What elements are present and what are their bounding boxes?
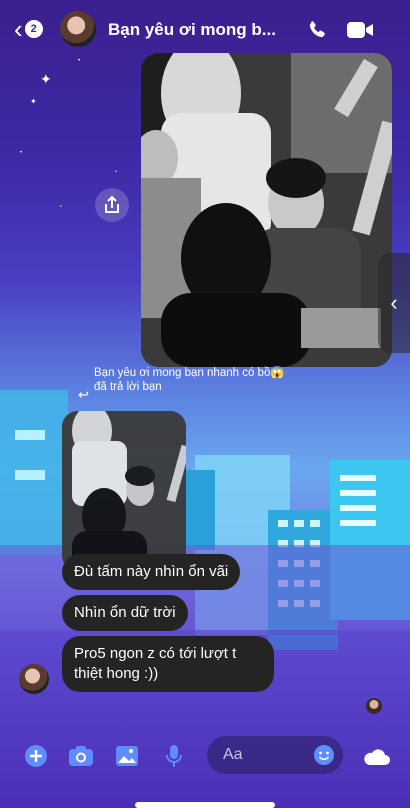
plus-icon[interactable]: [22, 742, 50, 770]
phone-icon[interactable]: [303, 16, 331, 44]
home-indicator: [135, 802, 275, 808]
message-composer: Aa: [0, 728, 410, 784]
conversation-title[interactable]: Bạn yêu ơi mong b...: [108, 20, 283, 40]
seen-avatar: [366, 698, 382, 714]
reply-notice-text: Bạn yêu ơi mong bạn nhanh có bồ😱 đã trả …: [94, 367, 285, 393]
camera-icon[interactable]: [67, 742, 95, 770]
back-button[interactable]: ‹ 2: [14, 16, 43, 42]
shared-photo[interactable]: [141, 53, 392, 367]
image-icon[interactable]: [113, 742, 141, 770]
chevron-left-icon: ‹: [14, 14, 23, 44]
emoji-icon[interactable]: [313, 744, 335, 766]
collapse-panel-handle[interactable]: ‹: [378, 253, 410, 353]
star-decoration: •: [60, 204, 62, 210]
cloud-icon[interactable]: [360, 742, 392, 770]
message-bubble[interactable]: Đù tấm này nhìn ổn vãi: [62, 554, 241, 590]
chevron-left-icon: ‹: [390, 290, 398, 315]
star-decoration: •: [115, 169, 117, 175]
reply-notice: ↩ Bạn yêu ơi mong bạn nhanh có bồ😱 đã tr…: [78, 366, 296, 402]
message-bubble[interactable]: Pro5 ngon z có tới lượt t thiệt hong :)): [62, 636, 274, 692]
share-button[interactable]: [95, 188, 129, 222]
message-bubble[interactable]: Nhìn ổn dữ trời: [62, 595, 188, 631]
star-decoration: ✦: [30, 97, 37, 106]
microphone-icon[interactable]: [160, 742, 188, 770]
reply-arrow-icon: ↩: [78, 387, 89, 402]
star-decoration: ✦: [40, 71, 52, 87]
video-camera-icon[interactable]: [346, 16, 374, 44]
replied-photo[interactable]: [62, 411, 186, 571]
message-input-placeholder: Aa: [223, 746, 243, 763]
share-icon: [105, 195, 119, 213]
chat-header: ‹ 2 Bạn yêu ơi mong b...: [0, 0, 410, 60]
star-decoration: •: [20, 150, 23, 156]
message-input[interactable]: Aa: [207, 736, 343, 774]
sender-avatar[interactable]: [19, 664, 49, 694]
contact-avatar[interactable]: [60, 11, 96, 47]
unread-badge: 2: [24, 20, 43, 38]
